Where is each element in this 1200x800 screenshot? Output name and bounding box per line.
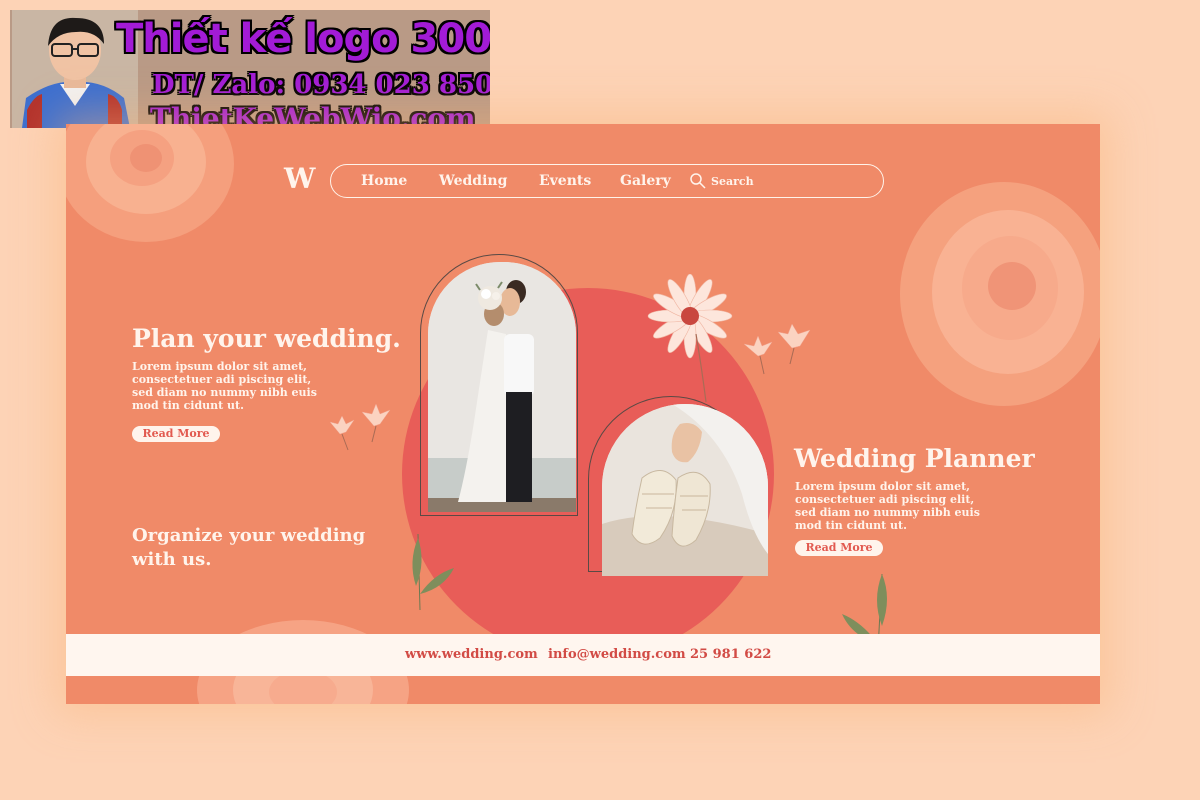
search-field[interactable]: Search [689,172,754,190]
watermark-phone: DT/ Zalo: 0934 023 850 [152,70,490,100]
read-more-button[interactable]: Read More [132,426,220,442]
nav-events[interactable]: Events [539,173,591,189]
planner-heading: Wedding Planner [794,444,1035,473]
nav-wedding[interactable]: Wedding [439,173,507,189]
landing-page: W Home Wedding Events Galery Search Plan… [66,124,1100,704]
hero-body: Lorem ipsum dolor sit amet, consectetuer… [132,360,317,412]
footer-phone: 25 981 622 [690,647,772,662]
footer-email-link[interactable]: info@wedding.com [548,647,686,662]
logo[interactable]: W [284,162,315,195]
navbar: Home Wedding Events Galery Search [330,164,884,198]
rose-decoration-top-left [66,124,234,242]
nav-home[interactable]: Home [361,173,407,189]
planner-body: Lorem ipsum dolor sit amet, consectetuer… [795,480,980,532]
hero-heading: Plan your wedding. [132,324,401,353]
footer-website-link[interactable]: www.wedding.com [405,647,538,662]
flower-icon [329,403,391,451]
search-label: Search [711,174,754,188]
search-icon [690,173,706,189]
footer: www.wedding.com info@wedding.com 25 981 … [66,634,1100,676]
watermark-title: Thiết kế logo 300k [116,16,490,62]
leaf-icon [412,534,454,611]
flower-icon [743,323,811,375]
rose-decoration-right [900,182,1100,406]
hero-tagline: Organize your wedding with us. [132,525,366,570]
couple-photo [428,262,576,512]
planner-read-more-button[interactable]: Read More [795,540,883,556]
daisy-icon [647,274,733,403]
shoes-photo [602,404,768,576]
watermark-banner: Thiết kế logo 300k DT/ Zalo: 0934 023 85… [10,10,490,128]
nav-galery[interactable]: Galery [620,173,671,189]
